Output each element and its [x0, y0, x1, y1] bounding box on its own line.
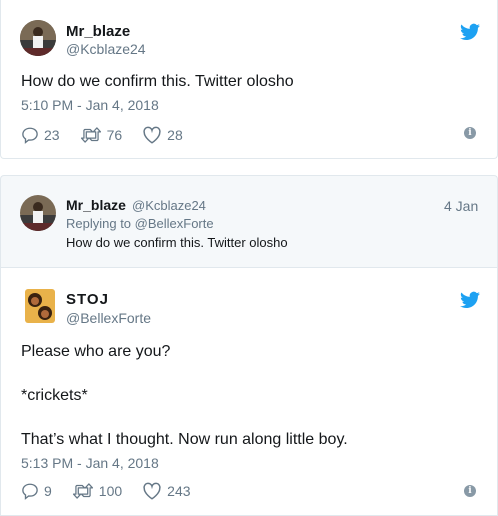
heart-icon [143, 126, 161, 144]
info-icon[interactable]: i [464, 127, 476, 139]
avatar-mr-blaze[interactable] [20, 20, 56, 56]
retweet-count: 76 [106, 127, 123, 143]
replying-to[interactable]: Replying to @BellexForte [66, 216, 214, 231]
retweet-icon [72, 483, 93, 499]
reply-user-handle[interactable]: @Kcblaze24 [132, 198, 206, 213]
reply-button[interactable]: 9 [21, 482, 52, 500]
like-button[interactable]: 28 [142, 126, 183, 144]
reply-tweet-card[interactable]: Mr_blaze @Kcblaze24 4 Jan Replying to @B… [0, 175, 498, 267]
tweet-text-line-2: *crickets* [21, 387, 88, 404]
retweet-icon [80, 127, 101, 143]
tweet-card-stoj: STOJ @BellexForte Please who are you? *c… [0, 267, 498, 516]
reply-icon [22, 127, 38, 144]
twitter-bird-icon[interactable] [460, 23, 480, 41]
tweet-text-line-1: Please who are you? [21, 343, 171, 360]
display-name[interactable]: Mr_blaze [66, 23, 130, 40]
reply-icon [22, 483, 38, 500]
avatar-mr-blaze-reply[interactable] [20, 195, 56, 231]
display-name[interactable]: STOJ [66, 291, 109, 308]
tweet-text-line-3: That’s what I thought. Now run along lit… [21, 431, 348, 448]
tweet-text: How do we confirm this. Twitter olosho [21, 73, 294, 90]
reply-count: 9 [44, 483, 52, 499]
retweet-button[interactable]: 76 [80, 126, 123, 144]
info-icon[interactable]: i [464, 485, 476, 497]
tweet-actions: 9 100 243 [21, 481, 211, 501]
reply-button[interactable]: 23 [21, 126, 60, 144]
tweet-actions: 23 76 28 [21, 125, 203, 145]
user-handle[interactable]: @Kcblaze24 [66, 41, 146, 57]
reply-count: 23 [44, 127, 60, 143]
user-handle[interactable]: @BellexForte [66, 310, 151, 326]
twitter-bird-icon[interactable] [460, 291, 480, 309]
heart-icon [143, 482, 161, 500]
like-count: 28 [167, 127, 183, 143]
reply-display-name[interactable]: Mr_blaze [66, 197, 126, 213]
avatar-stoj[interactable] [25, 289, 55, 323]
reply-date[interactable]: 4 Jan [444, 198, 478, 214]
tweet-timestamp[interactable]: 5:13 PM - Jan 4, 2018 [21, 455, 159, 471]
like-button[interactable]: 243 [142, 482, 191, 500]
tweet-timestamp[interactable]: 5:10 PM - Jan 4, 2018 [21, 97, 159, 113]
like-count: 243 [167, 483, 191, 499]
retweet-count: 100 [98, 483, 123, 499]
reply-text: How do we confirm this. Twitter olosho [66, 235, 288, 250]
retweet-button[interactable]: 100 [72, 482, 122, 500]
tweet-card-mr-blaze: Mr_blaze @Kcblaze24 How do we confirm th… [0, 0, 498, 159]
